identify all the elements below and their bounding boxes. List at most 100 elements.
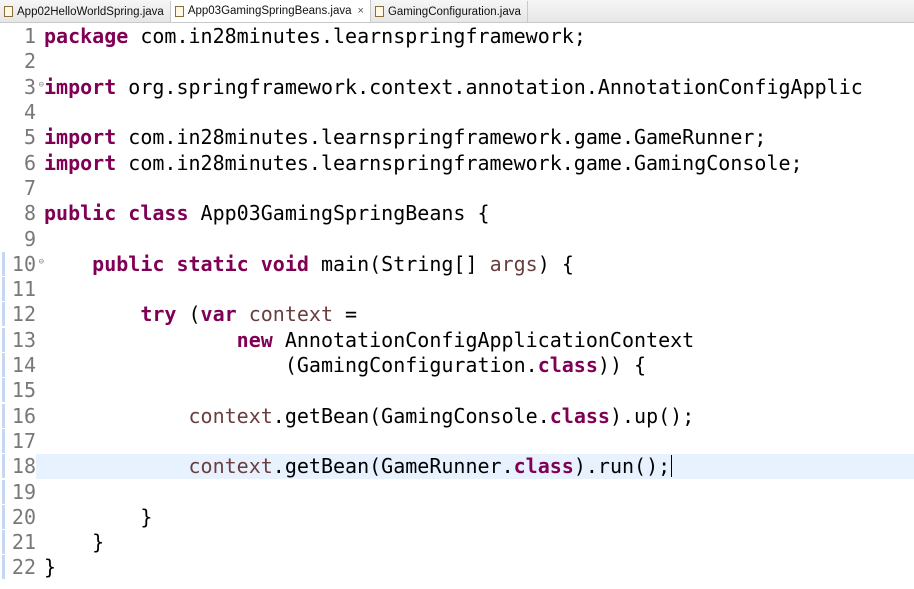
editor-tab[interactable]: GamingConfiguration.java bbox=[371, 1, 528, 22]
change-marker bbox=[2, 378, 5, 403]
editor-tab[interactable]: App03GamingSpringBeans.java × bbox=[170, 0, 371, 22]
editor-tab[interactable]: App02HelloWorldSpring.java bbox=[0, 1, 171, 22]
java-file-icon bbox=[4, 6, 13, 17]
code-line[interactable]: 18 context .getBean(GameRunner. class).run… bbox=[0, 453, 914, 479]
code-text: context .getBean(GamingConsole. class).up(… bbox=[36, 403, 914, 428]
line-number: 20 bbox=[0, 504, 36, 529]
code-editor[interactable]: 1 package com.in28minutes.learnspringfram… bbox=[0, 23, 914, 589]
line-number: 21 bbox=[0, 530, 36, 555]
code-token: (GamingConfiguration. bbox=[44, 353, 538, 378]
change-marker bbox=[2, 454, 5, 479]
code-text: } bbox=[36, 530, 914, 555]
code-line[interactable]: 14 (GamingConfiguration. class)) { bbox=[0, 352, 914, 378]
java-file-icon bbox=[374, 6, 384, 17]
change-marker bbox=[2, 327, 5, 352]
code-line[interactable]: 2 bbox=[0, 49, 914, 74]
code-line[interactable]: 6 import com.in28minutes.learnspringframe… bbox=[0, 150, 914, 175]
code-token: ).up(); bbox=[609, 403, 695, 428]
code-line[interactable]: 15 bbox=[0, 378, 914, 403]
code-line[interactable]: 22} bbox=[0, 555, 914, 580]
line-number: 16 bbox=[0, 403, 36, 428]
change-marker bbox=[2, 428, 5, 453]
code-token: .getBean(GamingConsole. bbox=[272, 403, 550, 428]
line-number: 5 bbox=[23, 125, 36, 150]
code-line[interactable]: 13 new AnnotationConfigApplicationContex… bbox=[0, 327, 914, 352]
editor-tab-bar: App02HelloWorldSpring.java App03GamingSpr… bbox=[0, 0, 914, 23]
keyword-token: try bbox=[140, 302, 177, 327]
keyword-token: class bbox=[549, 403, 610, 428]
line-number: 2 bbox=[23, 49, 36, 74]
variable-token: args bbox=[489, 251, 538, 276]
keyword-token: import bbox=[44, 150, 117, 175]
code-line[interactable]: 21 } bbox=[0, 530, 914, 555]
fold-toggle-icon[interactable]: ⊖ bbox=[39, 257, 44, 267]
keyword-token: package bbox=[44, 24, 129, 49]
line-number: 4 bbox=[23, 100, 36, 125]
code-text: } bbox=[36, 555, 914, 580]
change-marker bbox=[2, 403, 5, 428]
editor-tab-label: App03GamingSpringBeans.java bbox=[187, 5, 352, 17]
code-line[interactable]: 4 bbox=[0, 99, 914, 124]
code-line[interactable]: 7 bbox=[0, 175, 914, 200]
editor-tab-label: GamingConfiguration.java bbox=[387, 5, 521, 18]
code-token: com.in28minutes.learnspringframework.gam… bbox=[116, 150, 803, 175]
code-line[interactable]: 10 ⊖ public static void main(String[] arg… bbox=[0, 251, 914, 276]
code-line[interactable]: 3 ⊖ import org.springframework.context.ann… bbox=[0, 74, 914, 99]
code-token: com.in28minutes.learnspringframework; bbox=[128, 24, 586, 49]
change-marker bbox=[2, 555, 5, 580]
code-line[interactable]: 12 try (var context = bbox=[0, 302, 914, 327]
code-token: org.springframework.context.annotation.A… bbox=[116, 74, 863, 99]
change-marker bbox=[2, 353, 5, 378]
keyword-token: public bbox=[92, 251, 165, 276]
change-marker bbox=[2, 479, 5, 504]
code-line[interactable]: 9 bbox=[0, 226, 914, 251]
code-line[interactable]: 1 package com.in28minutes.learnspringfram… bbox=[0, 24, 914, 49]
code-token: } bbox=[44, 530, 105, 555]
java-file-icon bbox=[174, 5, 184, 17]
line-number: 9 bbox=[23, 226, 36, 251]
line-number: 22 bbox=[0, 555, 36, 580]
close-tab-icon[interactable]: × bbox=[358, 5, 364, 17]
code-line[interactable]: 5 import com.in28minutes.learnspringframe… bbox=[0, 125, 914, 150]
code-line[interactable]: 8 public class App03GamingSpringBeans { bbox=[0, 201, 914, 226]
code-text: public class App03GamingSpringBeans { bbox=[36, 201, 914, 226]
code-line[interactable]: 11 bbox=[0, 277, 914, 302]
change-marker bbox=[2, 530, 5, 555]
code-token: ( bbox=[176, 302, 201, 327]
code-text: } bbox=[36, 504, 914, 529]
code-text: context .getBean(GameRunner. class).run(); bbox=[36, 453, 914, 479]
keyword-token: import bbox=[44, 74, 117, 99]
change-marker bbox=[2, 277, 5, 302]
change-marker bbox=[2, 302, 5, 327]
code-line[interactable]: 20 } bbox=[0, 504, 914, 529]
line-number: 6 bbox=[23, 150, 36, 175]
code-token: AnnotationConfigApplicationContext bbox=[272, 327, 695, 352]
code-text: public static void main(String[] args) { bbox=[36, 251, 914, 276]
keyword-token: import bbox=[44, 125, 117, 150]
change-marker bbox=[2, 251, 5, 276]
fold-toggle-icon[interactable]: ⊖ bbox=[39, 80, 44, 90]
variable-token: context bbox=[188, 454, 273, 479]
line-number: 10 ⊖ bbox=[0, 251, 44, 276]
code-text: new AnnotationConfigApplicationContext bbox=[36, 327, 914, 352]
keyword-token: class bbox=[537, 353, 598, 378]
line-number: 15 bbox=[0, 378, 36, 403]
code-line[interactable]: 16 context .getBean(GamingConsole. class).… bbox=[0, 403, 914, 428]
line-number: 19 bbox=[0, 479, 36, 504]
variable-token: context bbox=[188, 403, 273, 428]
code-line[interactable]: 19 bbox=[0, 479, 914, 504]
code-line[interactable]: 17 bbox=[0, 428, 914, 453]
